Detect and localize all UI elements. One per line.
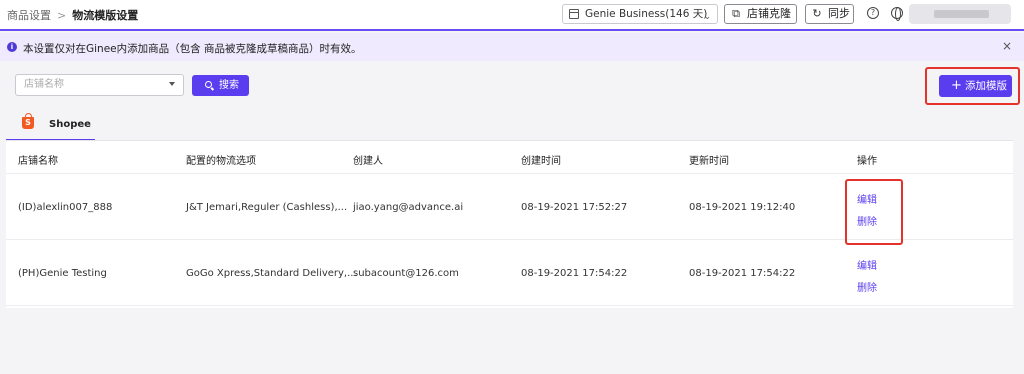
table-header: 店铺名称 配置的物流选项 创建人 创建时间 更新时间 操作 [6, 141, 1013, 174]
info-icon: i [7, 42, 17, 52]
shop-name-placeholder: 店铺名称 [24, 79, 64, 90]
user-account-menu[interactable] [909, 4, 1011, 24]
sync-icon: ↻ [812, 7, 822, 20]
cell-updated: 08-19-2021 19:12:40 [689, 202, 796, 213]
edit-link[interactable]: 编辑 [857, 257, 877, 272]
notice-text: 本设置仅对在Ginee内添加商品（包含 商品被克隆成草稿商品）时有效。 [23, 43, 362, 55]
sync-button[interactable]: ↻ 同步 [805, 4, 854, 24]
cell-created: 08-19-2021 17:52:27 [521, 202, 628, 213]
plus-icon: + [951, 78, 962, 93]
add-template-label: 添加模版 [965, 80, 1007, 92]
breadcrumb: 商品设置 > 物流模版设置 [7, 7, 138, 23]
store-clone-button[interactable]: ⧉ 店铺克隆 [724, 4, 797, 24]
delete-link[interactable]: 删除 [857, 279, 877, 294]
notice-banner: i 本设置仅对在Ginee内添加商品（包含 商品被克隆成草稿商品）时有效。 × [0, 33, 1024, 61]
cell-logistics: GoGo Xpress,Standard Delivery,... [186, 268, 357, 279]
calendar-icon [569, 9, 579, 19]
cell-shop: (PH)Genie Testing [18, 268, 107, 279]
column-header-updated: 更新时间 [689, 156, 729, 167]
column-header-shop: 店铺名称 [18, 156, 58, 167]
globe-icon[interactable] [891, 7, 903, 21]
column-header-actions: 操作 [857, 156, 877, 167]
cell-shop: (ID)alexlin007_888 [18, 202, 113, 213]
breadcrumb-parent[interactable]: 商品设置 [7, 9, 51, 22]
breadcrumb-current: 物流模版设置 [72, 9, 139, 22]
cell-updated: 08-19-2021 17:54:22 [689, 268, 796, 279]
actions-highlight [845, 179, 903, 245]
top-bar: 商品设置 > 物流模版设置 Genie Business(146 天) ⌄ ⧉ 店铺… [0, 0, 1024, 31]
column-header-logistics: 配置的物流选项 [186, 156, 256, 167]
tab-shopee-label: Shopee [49, 119, 91, 130]
shop-name-select[interactable]: 店铺名称 [15, 74, 184, 96]
user-name-redacted [934, 10, 989, 18]
search-button-label: 搜索 [219, 80, 239, 91]
cell-logistics: J&T Jemari,Reguler (Cashless),... [186, 202, 348, 213]
shopee-bag-icon [22, 113, 34, 129]
close-icon[interactable]: × [1002, 40, 1012, 52]
store-select-value: Genie Business(146 天) [585, 8, 708, 20]
column-header-creator: 创建人 [353, 156, 383, 167]
store-clone-label: 店铺克隆 [747, 7, 791, 20]
clone-icon: ⧉ [732, 7, 740, 20]
add-template-button[interactable]: + 添加模版 [939, 75, 1012, 97]
cell-created: 08-19-2021 17:54:22 [521, 268, 628, 279]
breadcrumb-separator: > [57, 9, 67, 22]
question-circle-icon[interactable]: ? [867, 7, 879, 19]
cell-creator: subacount@126.com [353, 268, 459, 279]
cell-creator: jiao.yang@advance.ai [353, 202, 464, 213]
search-icon [205, 81, 212, 88]
search-button[interactable]: 搜索 [192, 75, 249, 96]
caret-down-icon [169, 82, 175, 86]
column-header-created: 创建时间 [521, 156, 561, 167]
table-row: (PH)Genie Testing GoGo Xpress,Standard D… [6, 240, 1013, 306]
store-select[interactable]: Genie Business(146 天) ⌄ [562, 4, 718, 24]
chevron-down-icon: ⌄ [703, 12, 711, 22]
tab-shopee[interactable]: Shopee [6, 109, 95, 141]
sync-label: 同步 [828, 7, 850, 20]
